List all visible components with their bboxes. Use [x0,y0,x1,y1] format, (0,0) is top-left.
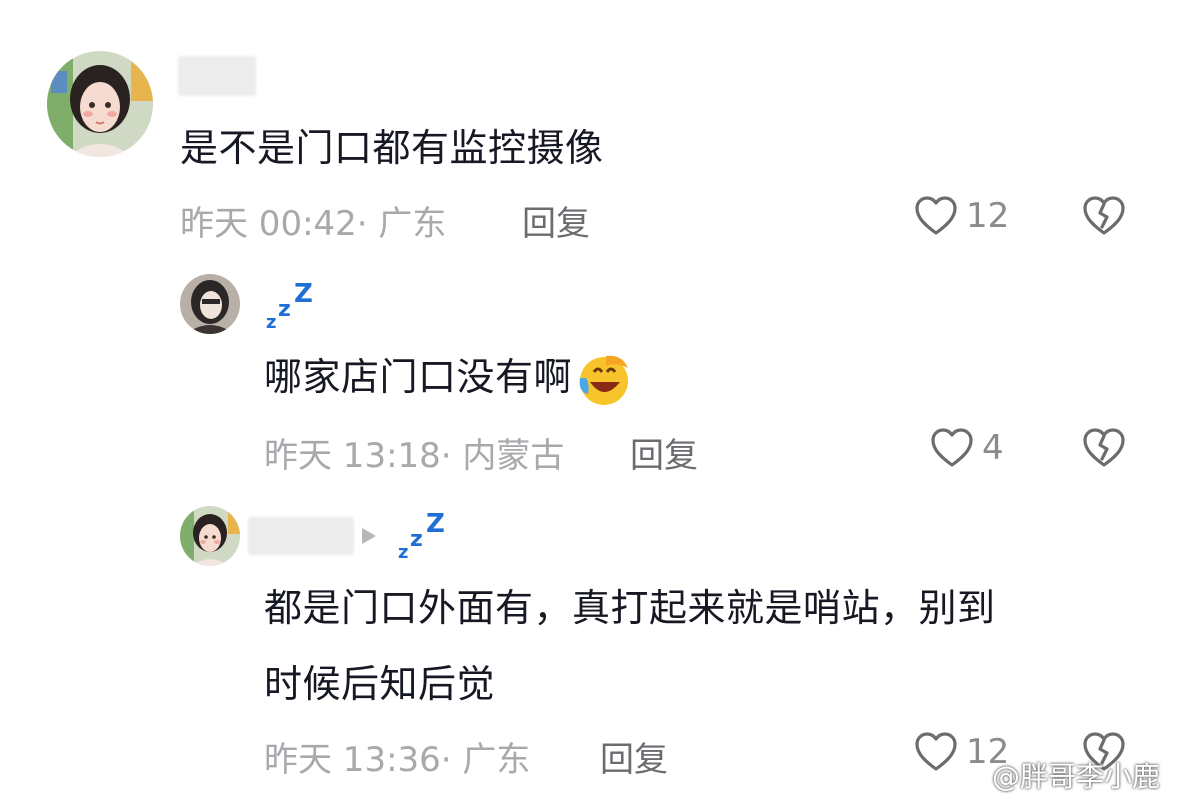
broken-heart-icon [1083,196,1125,235]
like-button[interactable]: 12 [914,194,1009,238]
reply-arrow-icon [362,528,376,544]
broken-heart-icon [1083,428,1125,467]
reply-button[interactable]: 回复 [522,196,590,245]
svg-text:z: z [266,312,276,332]
meta-separator: · [440,740,452,780]
watermark-text: @胖哥李小鹿 [991,760,1160,793]
like-button[interactable]: 4 [930,426,1004,470]
dislike-button[interactable] [1082,194,1126,242]
weibo-logo-icon [952,764,986,790]
svg-text:z: z [410,527,423,552]
user-avatar[interactable] [47,51,153,157]
username-redacted[interactable] [178,56,256,96]
laughing-crying-emoji-icon [579,355,629,405]
zzz-sleep-icon: z z Z [396,509,452,566]
comment-time: 昨天 00:42 [180,204,357,244]
comment-text-line1: 都是门口外面有，真打起来就是哨站，别到 [264,586,996,630]
username-redacted[interactable] [248,517,354,555]
comment-location: 广东 [462,740,531,780]
comment-text-line2: 时候后知后觉 [264,662,496,706]
weibo-watermark: @胖哥李小鹿 [952,755,1160,795]
reply-button[interactable]: 回复 [630,428,698,477]
reply-button[interactable]: 回复 [600,732,668,781]
heart-icon [931,428,973,467]
svg-text:z: z [278,297,291,322]
comment-meta: 昨天 13:36· 广东 [264,732,530,781]
comment-location: 内蒙古 [462,436,565,476]
zzz-sleep-icon: z z Z [264,279,320,336]
user-avatar[interactable] [180,506,240,566]
comment-text-row: 哪家店门口没有啊 [264,347,632,408]
meta-separator: · [440,436,452,476]
svg-text:Z: Z [426,510,445,539]
comment-meta: 昨天 13:18· 内蒙古 [264,428,564,477]
like-count: 12 [966,196,1010,236]
like-count: 4 [982,428,1004,468]
dislike-button[interactable] [1082,426,1126,474]
heart-icon [915,196,957,235]
comment-text: 是不是门口都有监控摄像 [180,126,604,170]
comment-text: 哪家店门口没有啊 [264,355,573,399]
comment-location: 广东 [378,204,447,244]
user-avatar[interactable] [180,274,240,334]
comment-meta: 昨天 00:42· 广东 [180,196,446,245]
svg-text:Z: Z [294,280,313,309]
meta-separator: · [356,204,368,244]
comment-time: 昨天 13:18 [264,436,441,476]
comment-time: 昨天 13:36 [264,740,441,780]
svg-text:z: z [398,542,408,562]
